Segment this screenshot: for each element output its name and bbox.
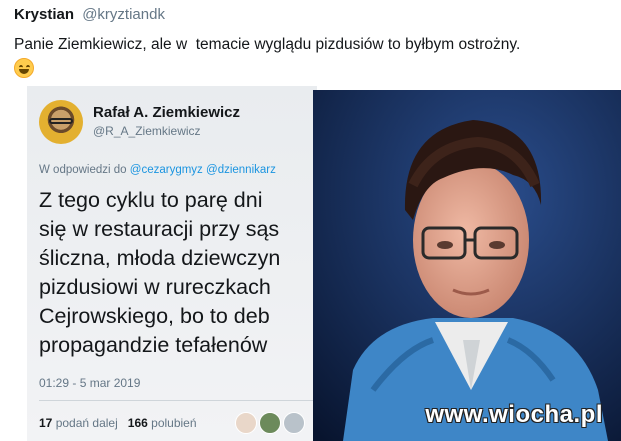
mention-link: @cezarygmyz <box>129 164 203 176</box>
timestamp: 01:29 - 5 mar 2019 <box>39 376 141 390</box>
like-count: 166 <box>127 416 148 430</box>
text-line: śliczna, młoda dziewczyn <box>39 246 281 270</box>
mention-link: @dziennikarz <box>206 164 276 176</box>
text-line: Cejrowskiego, bo to deb <box>39 304 270 328</box>
like-label: polubień <box>151 416 197 430</box>
retweet-label: podań dalej <box>55 416 118 430</box>
embedded-tweet-screenshot: Rafał A. Ziemkiewicz @R_A_Ziemkiewicz W … <box>27 86 317 441</box>
grinning-face-icon <box>14 58 34 78</box>
embedded-tweet-text: Z tego cyklu to parę dni się w restaurac… <box>39 186 317 360</box>
reply-prefix: W odpowiedzi do <box>39 164 127 176</box>
portrait-image <box>313 90 621 441</box>
reply-context: W odpowiedzi do @cezarygmyz @dziennikarz <box>39 164 276 176</box>
author-handle[interactable]: @kryztiandk <box>82 6 165 23</box>
divider <box>39 400 317 401</box>
embedded-author-name: Rafał A. Ziemkiewicz <box>93 104 240 121</box>
text-line: propagandzie tefałenów <box>39 333 268 357</box>
text-line: się w restauracji przy sąs <box>39 217 280 241</box>
tv-photo: www.wiocha.pl <box>313 90 621 441</box>
liker-avatar <box>283 412 305 434</box>
tweet-text: Panie Ziemkiewicz, ale w temacie wyglądu… <box>14 36 521 53</box>
text-line: pizdusiowi w rureczkach <box>39 275 271 299</box>
retweet-count: 17 <box>39 416 53 430</box>
liker-avatar <box>259 412 281 434</box>
outer-tweet-header: Krystian @kryztiandk <box>14 6 165 23</box>
text-line: Z tego cyklu to parę dni <box>39 188 263 212</box>
watermark: www.wiocha.pl <box>425 401 603 428</box>
liker-avatar <box>235 412 257 434</box>
embedded-author-handle: @R_A_Ziemkiewicz <box>93 124 201 138</box>
engagement-stats: 17 podań dalej 166 polubień <box>39 416 197 430</box>
avatar <box>39 100 83 144</box>
author-name[interactable]: Krystian <box>14 6 74 23</box>
